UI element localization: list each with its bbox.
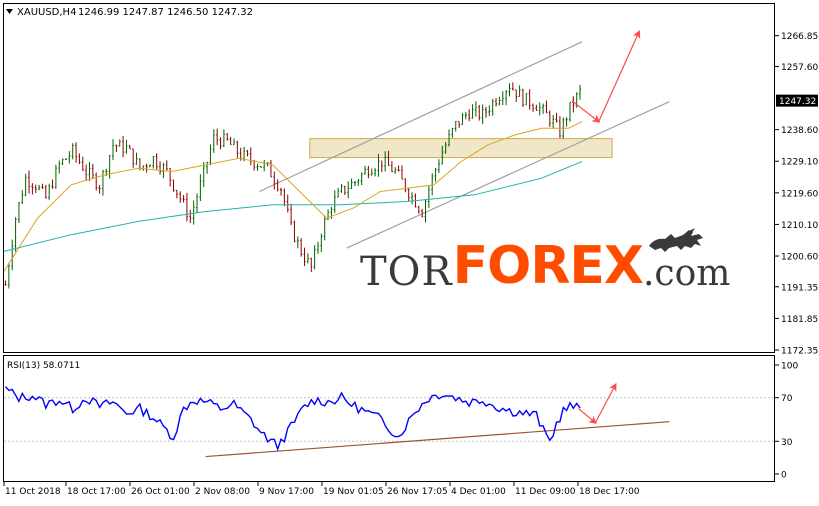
y-tick-label: 1210.10	[781, 221, 818, 231]
x-tick-label: 18 Oct 17:00	[67, 487, 126, 497]
y-tick-label: 1266.85	[781, 32, 818, 42]
rsi-plot-frame	[3, 355, 775, 482]
x-tick-label: 19 Nov 01:05	[323, 487, 384, 497]
rsi-tick-label: 70	[781, 394, 793, 404]
y-tick-label: 1191.35	[781, 283, 818, 293]
chart-window[interactable]: 1266.85 1257.60 1247.32 1238.60 1229.10 1219.…	[0, 0, 819, 502]
triangle-down-icon[interactable]	[6, 9, 13, 14]
y-tick-label: 1181.85	[781, 315, 818, 325]
symbol-header: XAUUSD,H4 1246.99 1247.87 1246.50 1247.3…	[6, 7, 253, 18]
x-tick-label: 2 Nov 08:00	[195, 487, 250, 497]
watermark-tor: TOR	[360, 249, 453, 295]
watermark-dotcom: .com	[642, 253, 731, 294]
forecast-arrow-1	[571, 100, 601, 123]
y-tick-label: 1219.60	[781, 189, 818, 199]
rsi-label: RSI(13) 58.0711	[7, 361, 80, 371]
rsi-trend-line[interactable]	[205, 421, 670, 458]
y-tick-label: 1229.10	[781, 158, 818, 168]
y-tick-label: 1200.60	[781, 253, 818, 263]
x-tick-label: 11 Oct 2018	[5, 487, 61, 497]
torforex-watermark: TOR FOREX .com	[360, 222, 730, 292]
rsi-tick-label: 100	[781, 362, 798, 372]
rsi-tick-label: 0	[781, 471, 787, 481]
x-tick-label: 18 Dec 17:00	[579, 487, 640, 497]
ohlc-values: 1246.99 1247.87 1246.50 1247.32	[78, 7, 253, 18]
y-tick-label: 1238.60	[781, 126, 818, 136]
rsi-tick-label: 30	[781, 438, 793, 448]
rsi-forecast-arrow-2	[594, 382, 617, 424]
rsi-line[interactable]	[4, 386, 581, 452]
symbol-label: XAUUSD,H4	[17, 7, 76, 18]
x-tick-label: 26 Nov 17:05	[387, 487, 448, 497]
x-tick-label: 11 Dec 09:00	[515, 487, 576, 497]
y-tick-label: 1257.60	[781, 63, 818, 73]
main-plot-frame	[3, 3, 775, 353]
x-tick-label: 26 Oct 01:00	[131, 487, 190, 497]
x-tick-label: 4 Dec 01:00	[451, 487, 506, 497]
watermark-forex: FOREX	[452, 236, 644, 296]
bull-icon	[648, 228, 703, 252]
x-tick-label: 9 Nov 17:00	[259, 487, 314, 497]
channel-upper-line[interactable]	[259, 41, 583, 193]
current-price-label: 1247.32	[779, 97, 816, 107]
rsi-forecast-arrow-1	[578, 408, 597, 425]
forecast-arrow-2	[598, 30, 641, 122]
y-tick-label: 1172.35	[781, 347, 818, 357]
